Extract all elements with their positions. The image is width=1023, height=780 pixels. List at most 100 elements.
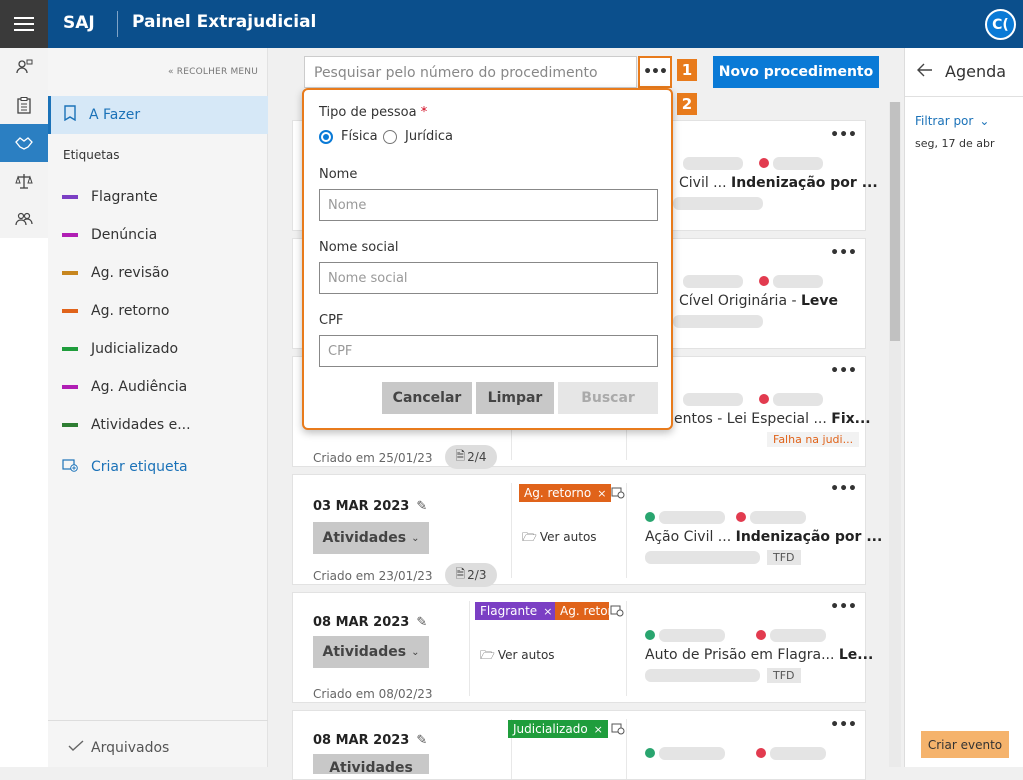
tag-label: Denúncia — [91, 227, 158, 243]
blurred-party — [773, 393, 823, 406]
pencil-icon[interactable]: ✎ — [416, 733, 427, 748]
hamburger-menu-icon[interactable] — [0, 0, 48, 48]
status-badge: TFD — [767, 668, 801, 683]
tag-color-bar — [62, 309, 78, 313]
deadline-date[interactable]: 08 MAR 2023 ✎ — [313, 733, 427, 748]
group-icon[interactable] — [0, 200, 48, 238]
rail-background — [0, 238, 48, 767]
search-button[interactable]: Buscar — [558, 382, 658, 414]
social-name-field[interactable]: Nome social — [319, 262, 658, 294]
tag-atividades[interactable]: Atividades e... — [62, 415, 191, 435]
more-options-button[interactable]: ••• — [638, 56, 672, 88]
procedure-class: Auto de Prisão em Flagra... Le... — [645, 647, 874, 663]
see-files-link[interactable]: 🗁 Ver autos — [480, 646, 555, 667]
name-field[interactable]: Nome — [319, 189, 658, 221]
agenda-title: Agenda — [945, 62, 1007, 81]
filter-dropdown[interactable]: Filtrar por ⌄ — [915, 114, 989, 128]
sidebar-item-label: A Fazer — [89, 107, 141, 123]
activities-dropdown[interactable]: Atividades ⌄ — [313, 522, 429, 554]
tag-chip[interactable]: Ag. retorno × — [519, 484, 612, 502]
handshake-icon[interactable] — [0, 124, 48, 162]
close-icon[interactable]: × — [543, 605, 552, 618]
tag-ag-revisao[interactable]: Ag. revisão — [62, 263, 169, 283]
created-date: Criado em 23/01/23 — [313, 569, 433, 583]
clipboard-icon[interactable] — [0, 86, 48, 124]
cpf-field[interactable]: CPF — [319, 335, 658, 367]
procedure-card[interactable]: ••• 08 MAR 2023 ✎ Atividades Judicializad… — [292, 710, 866, 780]
tag-ag-retorno[interactable]: Ag. retorno — [62, 301, 169, 321]
archived-button[interactable]: Arquivados — [68, 740, 169, 756]
procedure-card[interactable]: ••• 08 MAR 2023 ✎ Atividades ⌄ Criado em 0… — [292, 592, 873, 703]
deadline-date[interactable]: 08 MAR 2023 ✎ — [313, 615, 427, 630]
card-menu-button[interactable]: ••• — [830, 481, 857, 497]
radio-checked-icon — [319, 129, 333, 144]
pencil-icon[interactable]: ✎ — [416, 615, 427, 630]
brand-logo[interactable]: SAJ — [63, 13, 95, 33]
new-procedure-button[interactable]: Novo procedimento — [713, 56, 879, 88]
procedure-class: Cível Originária - Leve — [679, 293, 839, 309]
defendant-icon — [759, 394, 769, 404]
create-event-button[interactable]: Criar evento — [921, 731, 1009, 758]
documents-counter[interactable]: 🗎 2/4 — [445, 445, 497, 469]
radio-fisica[interactable]: Física — [319, 129, 378, 144]
tag-chip[interactable]: Flagrante × — [475, 602, 558, 620]
create-tag-button[interactable]: Criar etiqueta — [62, 458, 188, 476]
blurred-number — [673, 197, 763, 210]
arrow-left-icon[interactable] — [917, 62, 933, 81]
tag-judicializado[interactable]: Judicializado — [62, 339, 178, 359]
card-menu-button[interactable]: ••• — [830, 599, 857, 615]
tag-chip[interactable]: Judicializado × — [508, 720, 608, 738]
documents-counter[interactable]: 🗎 2/3 — [445, 563, 497, 587]
chevron-down-icon: ⌄ — [411, 646, 420, 658]
add-tag-icon[interactable] — [611, 484, 625, 503]
agenda-day: seg, 17 de abr — [915, 137, 995, 150]
procedure-card[interactable]: ••• 03 MAR 2023 ✎ Atividades ⌄ Criado em 2… — [292, 474, 882, 587]
divider — [905, 96, 1023, 97]
search-input[interactable]: Pesquisar pelo número do procedimento — [304, 56, 637, 88]
folder-icon: 🗁 — [480, 648, 495, 662]
blurred-party — [770, 747, 826, 760]
social-name-label: Nome social — [319, 240, 399, 255]
card-menu-button[interactable]: ••• — [830, 245, 857, 261]
divider — [626, 601, 627, 696]
scales-icon[interactable] — [0, 162, 48, 200]
tag-chip[interactable]: Ag. retorn — [555, 602, 609, 620]
divider — [511, 483, 512, 578]
blurred-number — [645, 669, 760, 682]
bookmark-icon — [63, 105, 77, 125]
deadline-date[interactable]: 03 MAR 2023 ✎ — [313, 499, 427, 514]
tag-flagrante[interactable]: Flagrante — [62, 187, 158, 207]
activities-dropdown[interactable]: Atividades — [313, 754, 429, 774]
tag-add-icon — [62, 458, 78, 476]
card-menu-button[interactable]: ••• — [830, 363, 857, 379]
blurred-party — [683, 393, 743, 406]
divider — [117, 11, 118, 37]
icon-rail — [0, 48, 48, 238]
vertical-scrollbar[interactable] — [889, 102, 901, 767]
advanced-search-popup: Tipo de pessoa * Física Jurídica Nome No… — [302, 88, 673, 430]
pencil-icon[interactable]: ✎ — [416, 499, 427, 514]
plaintiff-icon — [645, 748, 655, 758]
agenda-panel: Agenda Filtrar por ⌄ seg, 17 de abr Criar… — [904, 48, 1023, 767]
person-badge-icon[interactable] — [0, 48, 48, 86]
close-icon[interactable]: × — [594, 723, 603, 736]
collapse-menu-button[interactable]: « RECOLHER MENU — [168, 67, 258, 77]
activities-dropdown[interactable]: Atividades ⌄ — [313, 636, 429, 668]
add-tag-icon[interactable] — [610, 602, 624, 621]
user-avatar[interactable]: C( — [985, 9, 1016, 40]
add-tag-icon[interactable] — [611, 720, 625, 739]
callout-badge-1: 1 — [677, 59, 697, 81]
card-menu-button[interactable]: ••• — [830, 717, 857, 733]
cancel-button[interactable]: Cancelar — [382, 382, 472, 414]
defendant-icon — [756, 748, 766, 758]
card-menu-button[interactable]: ••• — [830, 127, 857, 143]
scrollbar-thumb[interactable] — [890, 102, 900, 341]
clear-button[interactable]: Limpar — [476, 382, 554, 414]
see-files-link[interactable]: 🗁 Ver autos — [522, 528, 597, 549]
tag-ag-audiencia[interactable]: Ag. Audiência — [62, 377, 187, 397]
plaintiff-icon — [645, 512, 655, 522]
sidebar-item-todo[interactable]: A Fazer — [48, 96, 268, 134]
tag-denuncia[interactable]: Denúncia — [62, 225, 157, 245]
radio-juridica[interactable]: Jurídica — [383, 129, 453, 144]
close-icon[interactable]: × — [597, 487, 606, 500]
